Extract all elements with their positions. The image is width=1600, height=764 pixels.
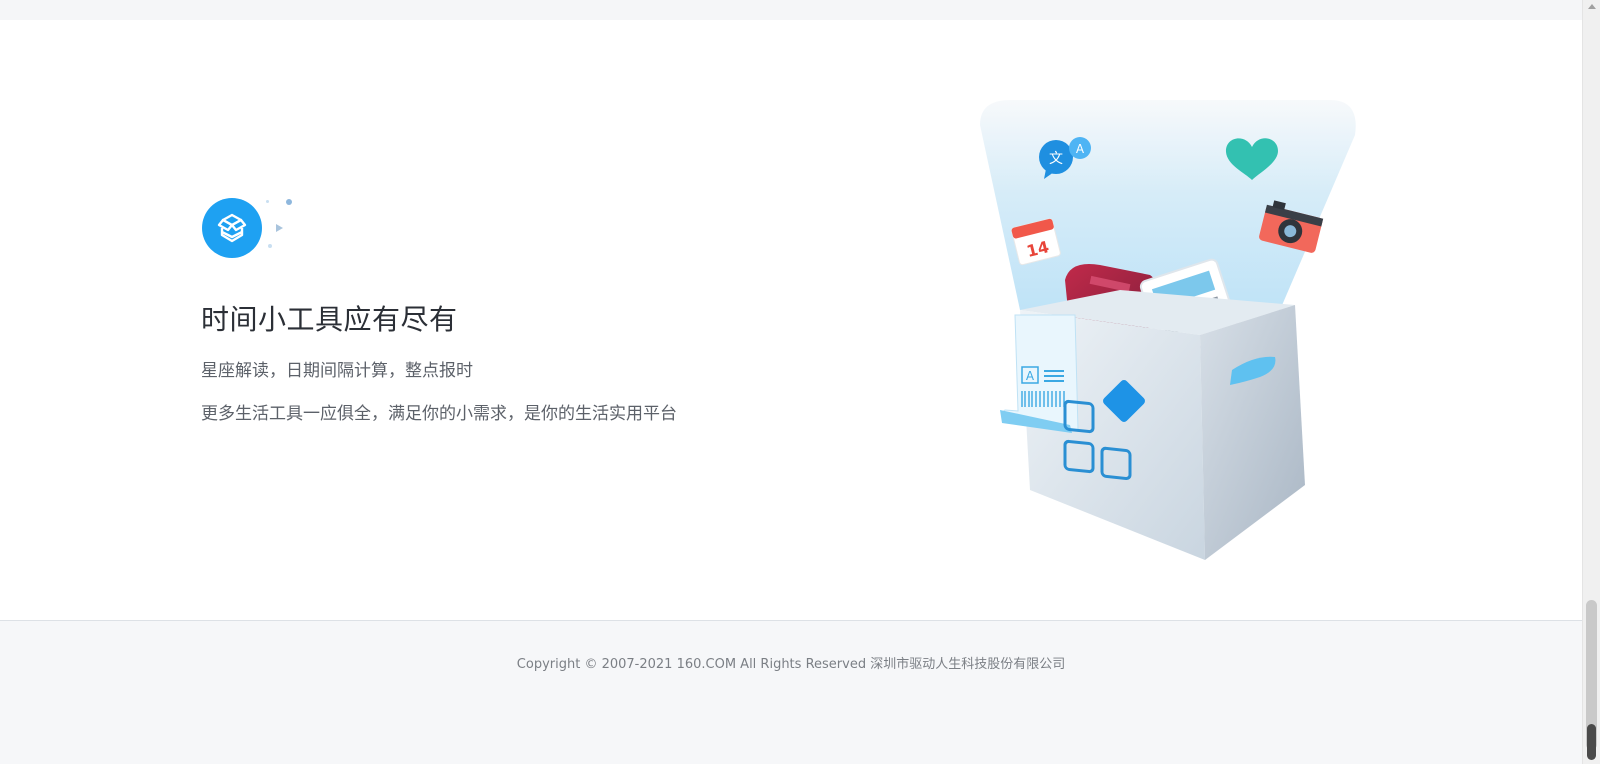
copyright-text: Copyright © 2007-2021 160.COM All Rights… (516, 657, 1066, 672)
feature-title: 时间小工具应有尽有 (201, 303, 458, 336)
svg-text:A: A (1076, 142, 1085, 156)
page-viewport: 时间小工具应有尽有 星座解读，日期间隔计算，整点报时 更多生活工具一应俱全，满足… (0, 0, 1600, 764)
box-side (1200, 305, 1305, 560)
toolbox-illustration: + × A (980, 100, 1356, 560)
svg-text:A: A (1026, 369, 1035, 383)
feature-description-2: 更多生活工具一应俱全，满足你的小需求，是你的生活实用平台 (201, 404, 677, 424)
decor-dot (268, 244, 272, 248)
scrollbar-thumb[interactable] (1587, 724, 1596, 760)
top-strip (0, 0, 1582, 20)
decor-dot (266, 200, 269, 203)
vertical-scrollbar[interactable] (1582, 0, 1600, 764)
page-footer: Copyright © 2007-2021 160.COM All Rights… (0, 621, 1582, 764)
svg-text:文: 文 (1049, 151, 1063, 167)
decor-dot (286, 199, 292, 205)
scroll-up-arrow-icon[interactable] (1588, 4, 1596, 9)
open-box-glyph (217, 213, 247, 243)
open-box-icon (202, 198, 262, 258)
feature-description-1: 星座解读，日期间隔计算，整点报时 (201, 361, 473, 381)
decor-triangle (276, 224, 283, 232)
